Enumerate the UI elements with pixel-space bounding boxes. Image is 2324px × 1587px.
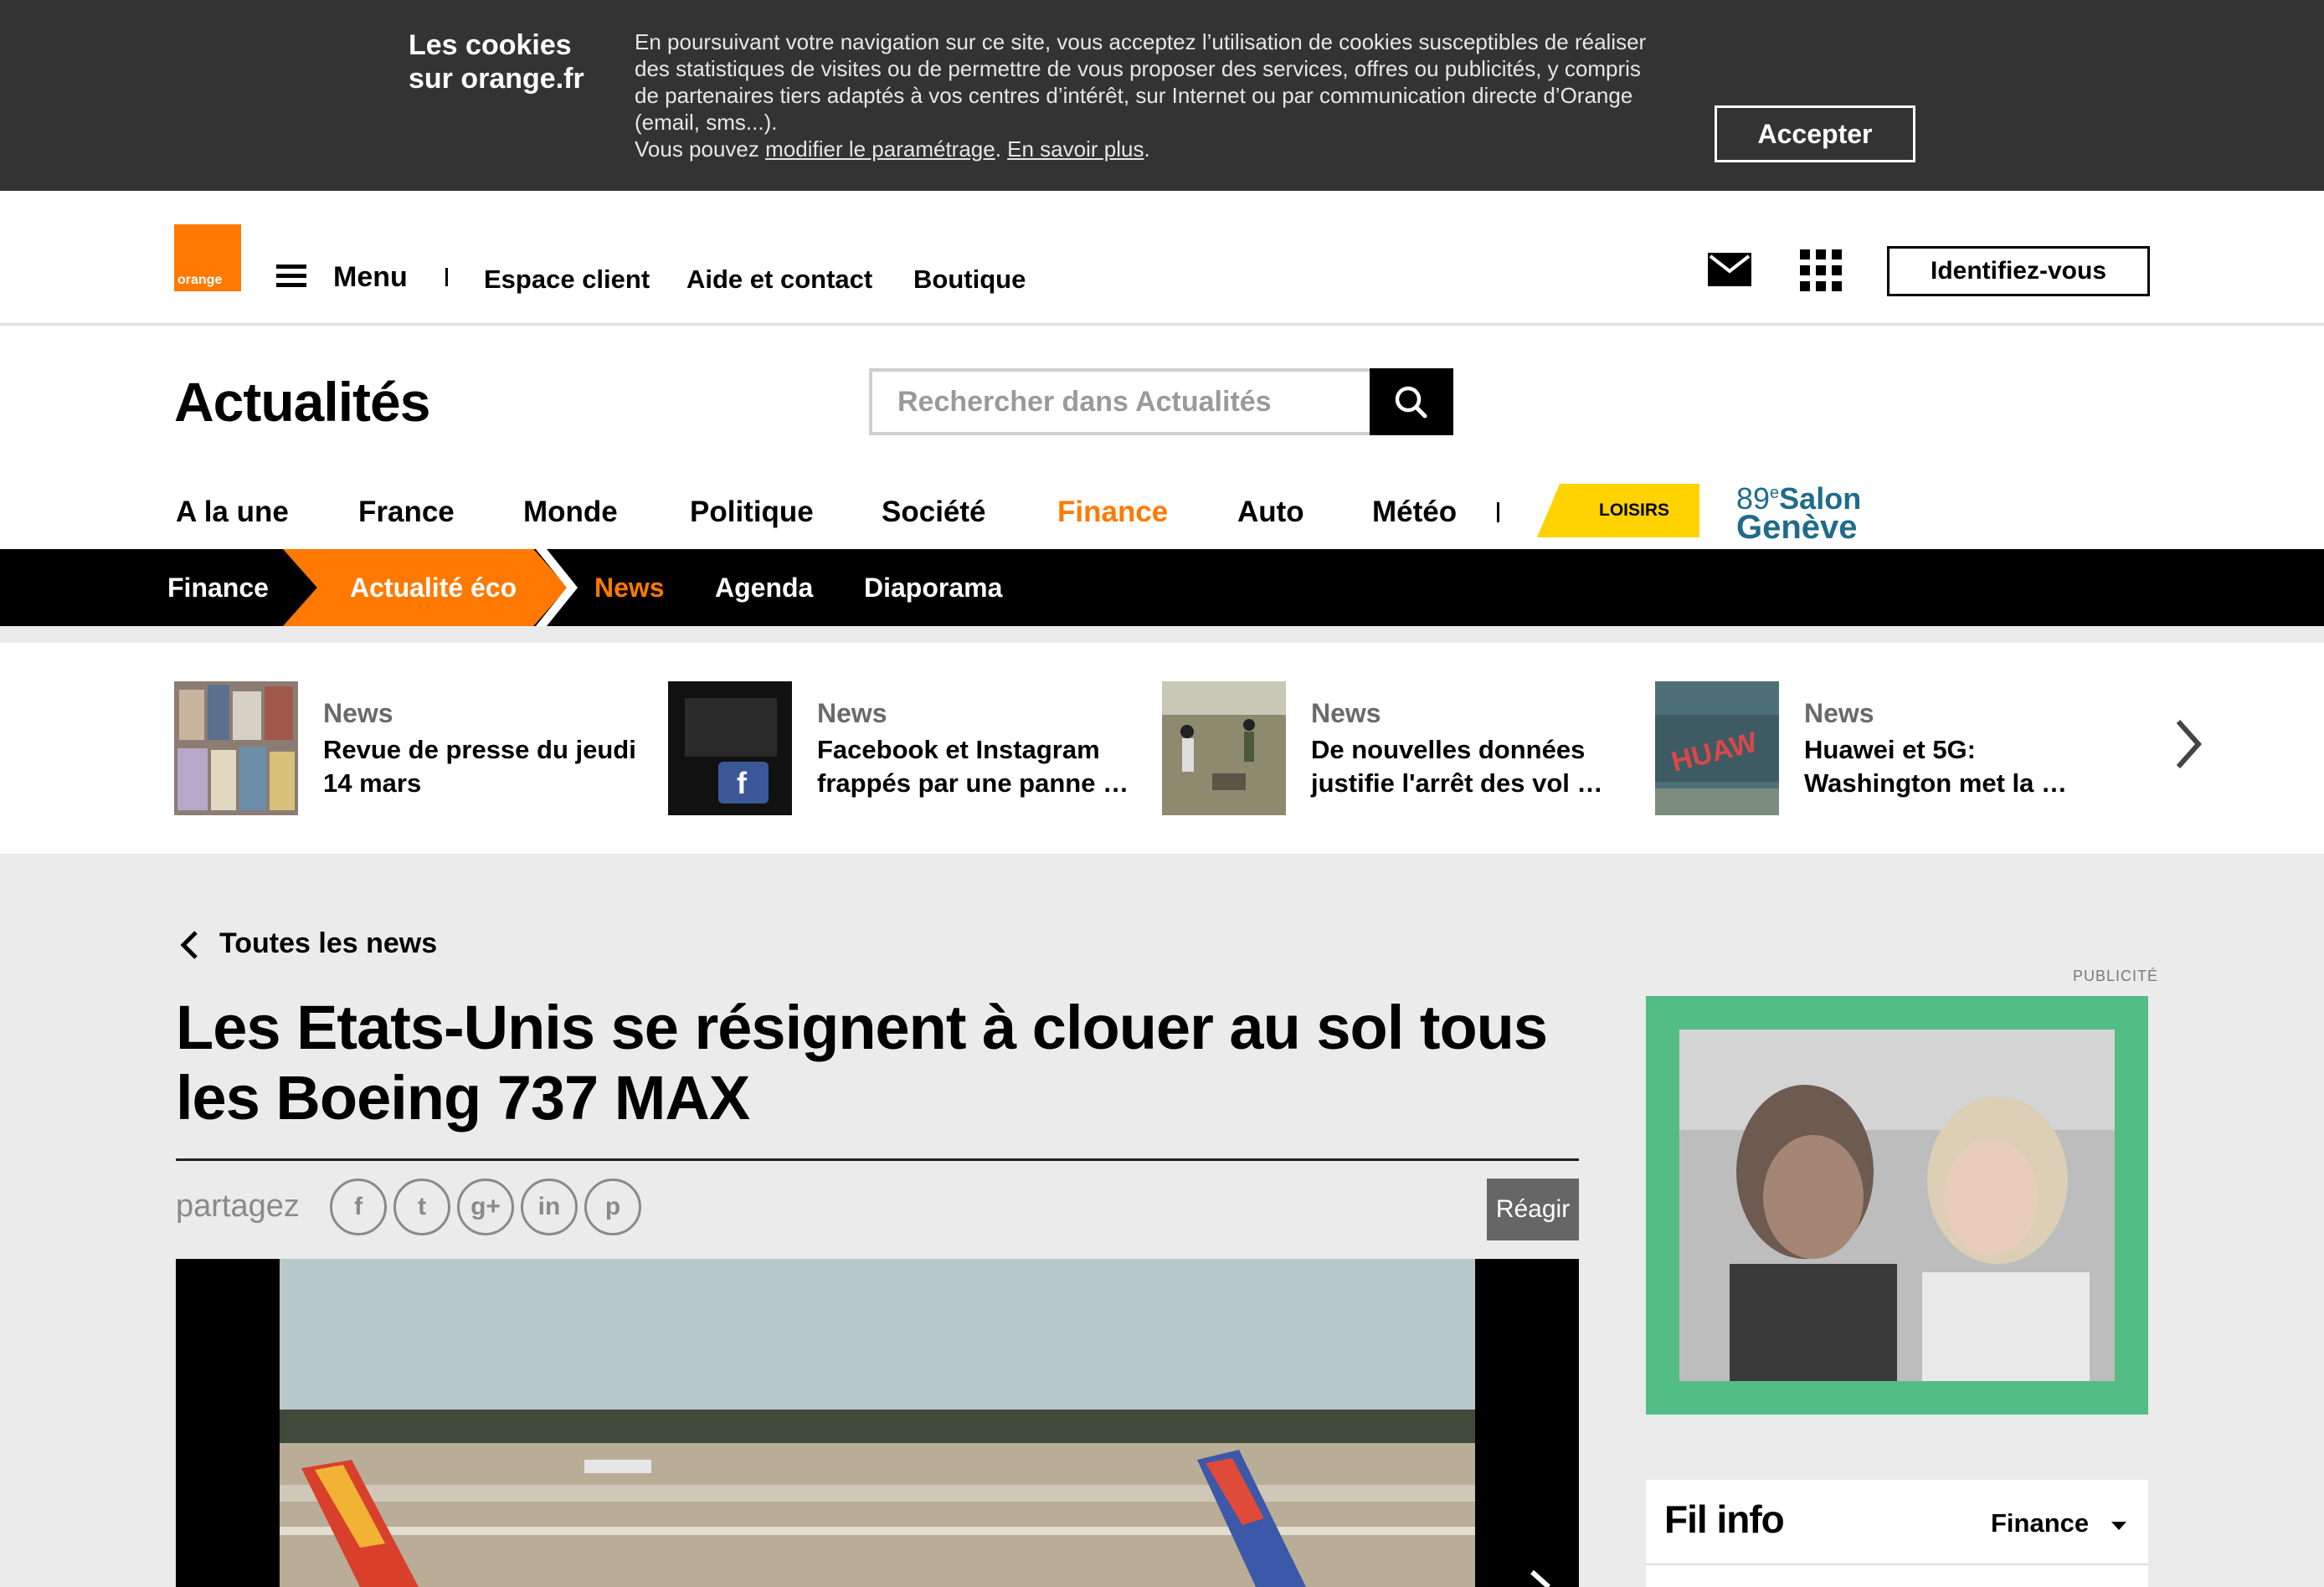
carousel-item[interactable]: HUAW News Huawei et 5G: Washington met l… bbox=[1655, 681, 2124, 817]
fil-info-select[interactable]: Finance bbox=[1991, 1508, 2089, 1538]
caret-down-icon[interactable] bbox=[2111, 1522, 2126, 1530]
cookie-line2-prefix: Vous pouvez bbox=[635, 136, 766, 162]
hamburger-icon[interactable] bbox=[276, 264, 306, 288]
linkedin-share-icon[interactable]: in bbox=[521, 1179, 578, 1235]
twitter-share-icon[interactable]: t bbox=[393, 1179, 450, 1235]
fil-info-panel: Fil info Finance bbox=[1646, 1480, 2148, 1587]
boutique-link[interactable]: Boutique bbox=[913, 264, 1026, 295]
news-carousel: News Revue de presse du jeudi 14 mars f … bbox=[0, 643, 2324, 854]
news-type: News bbox=[1804, 698, 1874, 728]
carousel-item[interactable]: News De nouvelles données justifie l'arr… bbox=[1162, 681, 1631, 817]
news-title: Huawei et 5G: Washington met la … bbox=[1804, 735, 2068, 798]
search-button[interactable] bbox=[1370, 368, 1453, 435]
cookie-more-link[interactable]: En savoir plus bbox=[1007, 136, 1144, 162]
chevron-left-icon[interactable] bbox=[179, 929, 199, 961]
espace-client-link[interactable]: Espace client bbox=[484, 264, 650, 295]
cookie-line2-suffix: . bbox=[1144, 136, 1150, 162]
nav-auto[interactable]: Auto bbox=[1237, 496, 1304, 529]
article-photo bbox=[176, 1259, 1579, 1587]
svg-text:f: f bbox=[737, 766, 748, 800]
nav-monde[interactable]: Monde bbox=[523, 496, 618, 529]
aide-contact-link[interactable]: Aide et contact bbox=[686, 264, 872, 295]
subnav-agenda[interactable]: Agenda bbox=[715, 549, 813, 626]
cookie-banner: Les cookies sur orange.fr En poursuivant… bbox=[0, 0, 2324, 191]
orange-logo[interactable]: orange bbox=[174, 224, 241, 291]
react-button[interactable]: Réagir bbox=[1487, 1179, 1579, 1240]
nav-finance[interactable]: Finance bbox=[1057, 496, 1168, 529]
nav-divider bbox=[1497, 502, 1499, 522]
carousel-item[interactable]: f News Facebook et Instagram frappés par… bbox=[668, 681, 1137, 817]
ad-image bbox=[1679, 1030, 2115, 1381]
facebook-share-icon[interactable]: f bbox=[330, 1179, 387, 1235]
article-title: Les Etats-Unis se résignent à clouer au … bbox=[176, 993, 1548, 1132]
sub-navigation: Finance Actualité éco News Agenda Diapor… bbox=[0, 549, 2324, 626]
advertisement-label: PUBLICITÉ bbox=[2073, 968, 2159, 984]
section-header: Actualités A la une France Monde Politiq… bbox=[0, 326, 2324, 549]
header-divider bbox=[445, 268, 448, 286]
news-title: Facebook et Instagram frappés par une pa… bbox=[817, 735, 1129, 798]
subnav-news[interactable]: News bbox=[594, 549, 665, 626]
pinterest-share-icon[interactable]: p bbox=[584, 1179, 641, 1235]
login-button[interactable]: Identifiez-vous bbox=[1887, 246, 2150, 296]
cookie-link-sep: . bbox=[995, 136, 1008, 162]
share-label: partagez bbox=[176, 1189, 300, 1224]
nav-france[interactable]: France bbox=[358, 496, 455, 529]
carousel-item[interactable]: News Revue de presse du jeudi 14 mars bbox=[174, 681, 643, 817]
cookie-body: En poursuivant votre navigation sur ce s… bbox=[635, 29, 1647, 135]
news-type: News bbox=[817, 698, 887, 728]
breadcrumb-actualite-eco[interactable]: Actualité éco bbox=[350, 549, 517, 626]
subnav-diaporama[interactable]: Diaporama bbox=[864, 549, 1002, 626]
top-header: orange Menu Espace client Aide et contac… bbox=[0, 191, 2324, 325]
chevron-right-icon[interactable] bbox=[2172, 715, 2205, 773]
news-thumbnail: f bbox=[668, 681, 792, 815]
nav-a-la-une[interactable]: A la une bbox=[176, 496, 289, 529]
title-divider bbox=[176, 1158, 1579, 1161]
logo-text: orange bbox=[177, 273, 223, 287]
search-icon bbox=[1395, 386, 1427, 419]
nav-meteo[interactable]: Météo bbox=[1372, 496, 1457, 529]
news-thumbnail: HUAW bbox=[1655, 681, 1779, 815]
cookie-text: En poursuivant votre navigation sur ce s… bbox=[635, 28, 1666, 162]
news-title: Revue de presse du jeudi 14 mars bbox=[323, 735, 636, 798]
search-input[interactable] bbox=[872, 372, 1453, 432]
advertisement[interactable] bbox=[1646, 996, 2148, 1415]
boeing-photo bbox=[280, 1259, 1551, 1587]
fil-info-title: Fil info bbox=[1664, 1497, 1785, 1541]
menu-button[interactable]: Menu bbox=[333, 261, 408, 294]
nav-politique[interactable]: Politique bbox=[690, 496, 814, 529]
breadcrumb-finance[interactable]: Finance bbox=[167, 549, 269, 626]
cookie-settings-link[interactable]: modifier le paramétrage bbox=[765, 136, 995, 162]
news-thumbnail bbox=[1162, 681, 1286, 815]
cookie-title: Les cookies sur orange.fr bbox=[409, 29, 584, 95]
accept-cookies-button[interactable]: Accepter bbox=[1715, 105, 1915, 162]
salon-city: Genève bbox=[1736, 509, 1858, 546]
googleplus-share-icon[interactable]: g+ bbox=[457, 1179, 514, 1235]
section-title: Actualités bbox=[174, 371, 430, 433]
news-type: News bbox=[323, 698, 393, 728]
loisirs-label: LOISIRS bbox=[1599, 501, 1670, 520]
salon-sup: e bbox=[1770, 484, 1780, 502]
nav-societe[interactable]: Société bbox=[882, 496, 986, 529]
salon-geneve-logo[interactable]: 89eSalon Genève bbox=[1736, 479, 1861, 546]
loisirs-tab[interactable]: LOISIRS bbox=[1537, 484, 1699, 537]
all-news-link[interactable]: Toutes les news bbox=[219, 927, 437, 960]
news-thumbnail bbox=[174, 681, 298, 815]
fil-info-divider bbox=[1646, 1564, 2148, 1565]
news-type: News bbox=[1311, 698, 1381, 728]
news-title: De nouvelles données justifie l'arrêt de… bbox=[1311, 735, 1603, 798]
mail-icon[interactable] bbox=[1708, 253, 1751, 286]
search-box bbox=[869, 368, 1453, 435]
apps-grid-icon[interactable] bbox=[1800, 249, 1842, 291]
